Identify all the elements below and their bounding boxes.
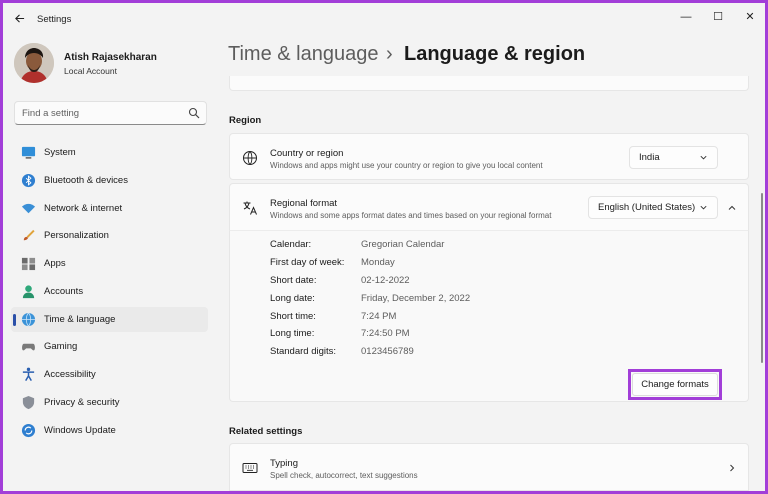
sidebar-item-label: Privacy & security xyxy=(44,397,120,408)
search-icon xyxy=(188,107,200,119)
breadcrumb-separator: › xyxy=(386,43,393,66)
maximize-button[interactable]: ☐ xyxy=(703,7,733,27)
brush-icon xyxy=(21,228,36,243)
shield-icon xyxy=(21,395,36,410)
regional-format-dropdown[interactable]: English (United States) xyxy=(588,196,718,219)
sidebar-item-label: Time & language xyxy=(44,314,115,325)
change-formats-button[interactable]: Change formats xyxy=(632,373,718,396)
sidebar-item-system[interactable]: System xyxy=(11,140,208,165)
related-settings-title: Related settings xyxy=(229,426,302,437)
chevron-up-icon[interactable] xyxy=(727,203,737,213)
sidebar-item-accessibility[interactable]: Accessibility xyxy=(11,362,208,387)
first-day-of-week-label: First day of week: xyxy=(270,257,344,268)
sidebar-item-apps[interactable]: Apps xyxy=(11,251,208,276)
gamepad-icon xyxy=(21,339,36,354)
sidebar-item-label: Network & internet xyxy=(44,203,122,214)
sidebar-item-label: System xyxy=(44,147,76,158)
sidebar-item-personalization[interactable]: Personalization xyxy=(11,223,208,248)
first-day-of-week-value: Monday xyxy=(361,257,395,268)
search-input[interactable]: Find a setting xyxy=(14,101,207,125)
short-time-label: Short time: xyxy=(270,311,316,322)
regional-format-value: English (United States) xyxy=(598,202,695,213)
user-name: Atish Rajasekharan xyxy=(64,52,157,63)
settings-window: Settings — ☐ ✕ Atish Rajasekharan Local … xyxy=(3,3,765,491)
sidebar-item-time-language[interactable]: Time & language xyxy=(11,307,208,332)
search-placeholder: Find a setting xyxy=(22,108,79,119)
country-region-dropdown[interactable]: India xyxy=(629,146,718,169)
sidebar-item-label: Gaming xyxy=(44,341,77,352)
country-region-title: Country or region xyxy=(270,148,343,159)
country-region-value: India xyxy=(639,152,660,163)
sidebar-item-bluetooth[interactable]: Bluetooth & devices xyxy=(11,168,208,193)
wifi-icon xyxy=(21,201,36,216)
keyboard-icon xyxy=(242,460,258,476)
sidebar-item-windows-update[interactable]: Windows Update xyxy=(11,418,208,443)
account-type: Local Account xyxy=(64,66,117,76)
system-icon xyxy=(21,145,36,160)
sidebar-item-label: Windows Update xyxy=(44,425,116,436)
minimize-button[interactable]: — xyxy=(671,7,701,27)
sidebar-item-label: Accounts xyxy=(44,286,83,297)
accessibility-icon xyxy=(21,367,36,382)
page-title: Language & region xyxy=(404,43,585,66)
scrollbar[interactable] xyxy=(761,193,763,363)
accounts-icon xyxy=(21,284,36,299)
short-date-label: Short date: xyxy=(270,275,316,286)
sidebar-item-label: Personalization xyxy=(44,230,109,241)
avatar[interactable] xyxy=(14,43,54,83)
country-region-card: Country or region Windows and apps might… xyxy=(229,133,749,180)
regional-format-description: Windows and some apps format dates and t… xyxy=(270,211,551,220)
sidebar-item-label: Accessibility xyxy=(44,369,96,380)
sidebar-item-label: Bluetooth & devices xyxy=(44,175,128,186)
selection-indicator xyxy=(13,314,16,326)
long-date-value: Friday, December 2, 2022 xyxy=(361,293,470,304)
calendar-label: Calendar: xyxy=(270,239,311,250)
long-time-value: 7:24:50 PM xyxy=(361,328,410,339)
long-date-label: Long date: xyxy=(270,293,315,304)
sidebar-item-label: Apps xyxy=(44,258,66,269)
back-button[interactable] xyxy=(11,12,27,28)
back-arrow-icon xyxy=(14,13,25,24)
bluetooth-icon xyxy=(21,173,36,188)
user-photo-icon xyxy=(14,43,54,83)
sidebar-item-gaming[interactable]: Gaming xyxy=(11,334,208,359)
country-region-description: Windows and apps might use your country … xyxy=(270,161,543,170)
regional-format-title: Regional format xyxy=(270,198,337,209)
short-date-value: 02-12-2022 xyxy=(361,275,410,286)
globe-icon xyxy=(242,150,258,166)
sidebar-item-network[interactable]: Network & internet xyxy=(11,196,208,221)
sidebar-item-privacy[interactable]: Privacy & security xyxy=(11,390,208,415)
standard-digits-label: Standard digits: xyxy=(270,346,336,357)
title-bar: Settings — ☐ ✕ xyxy=(3,3,765,33)
short-time-value: 7:24 PM xyxy=(361,311,396,322)
sidebar-item-accounts[interactable]: Accounts xyxy=(11,279,208,304)
close-button[interactable]: ✕ xyxy=(735,7,765,27)
language-format-icon xyxy=(242,200,258,216)
app-title: Settings xyxy=(37,14,71,25)
regional-format-card[interactable]: Regional format Windows and some apps fo… xyxy=(229,183,749,231)
typing-card[interactable]: Typing Spell check, autocorrect, text su… xyxy=(229,443,749,491)
breadcrumb-parent[interactable]: Time & language xyxy=(228,43,378,66)
globe-clock-icon xyxy=(21,312,36,327)
typing-title: Typing xyxy=(270,458,298,469)
typing-description: Spell check, autocorrect, text suggestio… xyxy=(270,471,418,480)
long-time-label: Long time: xyxy=(270,328,314,339)
apps-icon xyxy=(21,256,36,271)
update-icon xyxy=(21,423,36,438)
region-section-title: Region xyxy=(229,115,261,126)
language-card-bottom xyxy=(229,76,749,91)
chevron-right-icon xyxy=(727,463,737,473)
standard-digits-value: 0123456789 xyxy=(361,346,414,357)
chevron-down-icon xyxy=(699,153,708,162)
chevron-down-icon xyxy=(699,203,708,212)
calendar-value: Gregorian Calendar xyxy=(361,239,444,250)
